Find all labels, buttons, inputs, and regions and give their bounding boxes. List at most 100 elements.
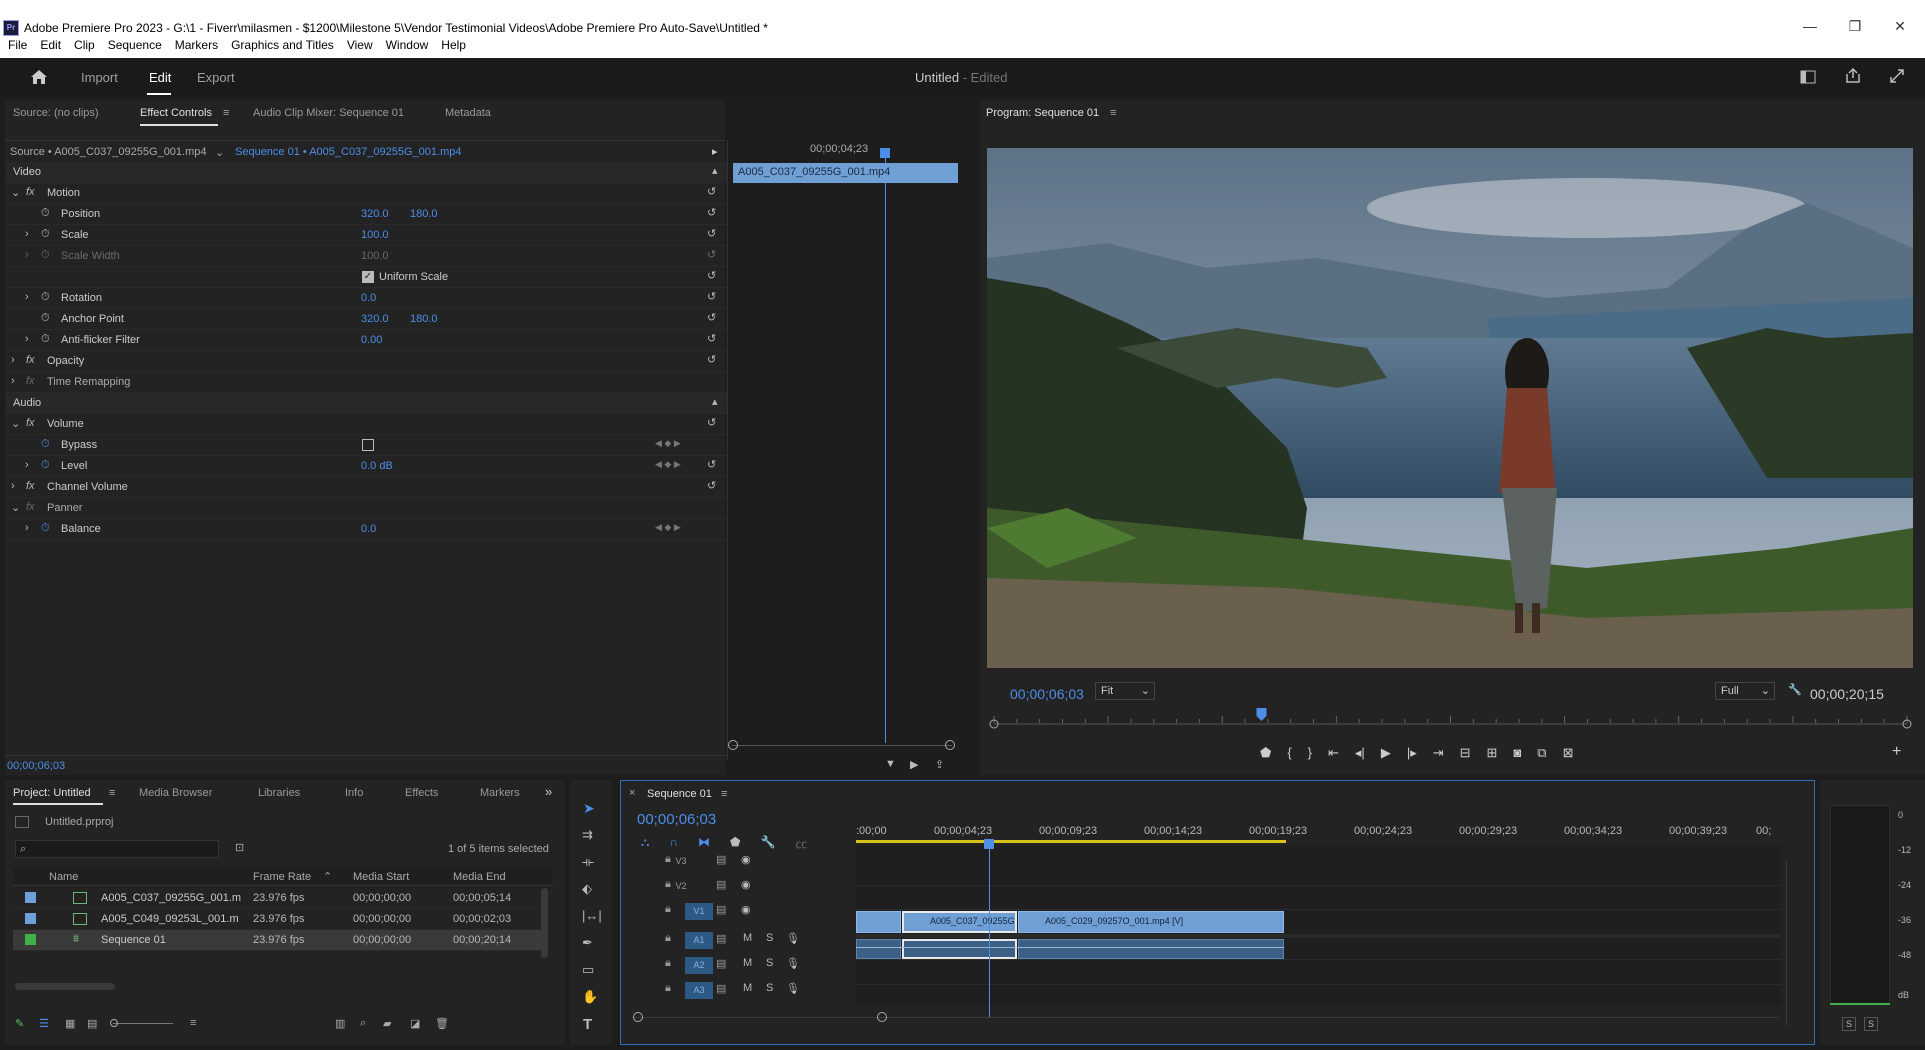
stopwatch-icon[interactable]: ⏱ xyxy=(41,333,50,346)
mark-in-icon[interactable]: { xyxy=(1287,745,1291,765)
sequence-clip-label[interactable]: Sequence 01 • A005_C037_09255G_001.mp4 xyxy=(235,146,461,158)
more-tabs-icon[interactable]: » xyxy=(545,784,552,799)
stopwatch-icon[interactable]: ⏱ xyxy=(41,291,50,304)
track-select-tool-icon[interactable]: ⇉ xyxy=(582,827,593,843)
track-label-v3[interactable]: V3 xyxy=(671,853,691,870)
automate-icon[interactable]: ▥ xyxy=(335,1017,345,1030)
video-clip[interactable]: A005_C029_09257O_001.mp4 [V] xyxy=(1018,911,1284,933)
extract-icon[interactable]: ⊞ xyxy=(1487,745,1498,765)
share-icon[interactable] xyxy=(1845,68,1861,84)
keyframe-nav-icon[interactable]: ◀ ◆ ▶ xyxy=(655,438,681,449)
type-tool-icon[interactable]: T xyxy=(583,1016,592,1033)
menu-sequence[interactable]: Sequence xyxy=(108,38,162,52)
filter-icon[interactable]: ▼ xyxy=(885,758,896,770)
label-color-swatch[interactable] xyxy=(25,892,36,903)
position-x-value[interactable]: 320.0 xyxy=(361,208,389,220)
fullscreen-icon[interactable] xyxy=(1890,69,1904,83)
lift-icon[interactable]: ⊟ xyxy=(1460,745,1471,765)
program-timecode[interactable]: 00;00;06;03 xyxy=(1010,686,1084,702)
menu-file[interactable]: File xyxy=(8,38,27,52)
menu-graphics[interactable]: Graphics and Titles xyxy=(231,38,334,52)
reset-icon[interactable]: ↺ xyxy=(707,269,716,282)
chevron-down-icon[interactable]: ⌄ xyxy=(11,417,20,430)
stopwatch-icon[interactable]: ⏱ xyxy=(41,459,50,472)
collapse-icon[interactable]: ▴ xyxy=(712,395,718,408)
keyframe-nav-icon[interactable]: ◀ ◆ ▶ xyxy=(655,522,681,533)
timeline-zoom-scrollbar[interactable] xyxy=(633,1017,1778,1018)
add-marker-icon[interactable]: ⬟ xyxy=(730,835,740,852)
chevron-right-icon[interactable]: › xyxy=(25,522,29,534)
panel-menu-icon[interactable]: ≡ xyxy=(1110,107,1116,119)
tab-audio-clip-mixer[interactable]: Audio Clip Mixer: Sequence 01 xyxy=(253,107,404,119)
sync-lock-icon[interactable]: ▤ xyxy=(716,853,726,866)
panel-menu-icon[interactable]: ≡ xyxy=(223,107,229,119)
chevron-right-icon[interactable]: › xyxy=(11,375,15,387)
microphone-icon[interactable]: 🎙︎ xyxy=(786,957,800,970)
tab-effects[interactable]: Effects xyxy=(405,787,438,799)
lock-icon[interactable]: 🔒︎ xyxy=(665,932,671,945)
project-search-input[interactable]: ⌕ xyxy=(15,840,219,858)
sync-lock-icon[interactable]: ▤ xyxy=(716,903,726,916)
mini-clip-bar[interactable]: A005_C037_09255G_001.mp4 xyxy=(733,163,958,183)
collapse-icon[interactable]: ▴ xyxy=(712,164,718,177)
linked-selection-icon[interactable]: ⧓ xyxy=(698,835,710,852)
effect-time-remapping[interactable]: › fx Time Remapping xyxy=(5,372,727,393)
sync-lock-icon[interactable]: ▤ xyxy=(716,878,726,891)
sync-lock-icon[interactable]: ▤ xyxy=(716,932,726,945)
solo-right-button[interactable]: S xyxy=(1864,1017,1878,1031)
button-editor-plus-icon[interactable]: + xyxy=(1892,743,1901,761)
slip-tool-icon[interactable]: |↔| xyxy=(582,908,602,923)
freeform-view-icon[interactable]: ▤ xyxy=(87,1017,97,1030)
video-clip-selected[interactable]: A005_C037_09255G xyxy=(902,911,1017,933)
effect-motion[interactable]: ⌄ fx Motion ↺ xyxy=(5,183,727,204)
chevron-right-icon[interactable]: › xyxy=(25,291,29,303)
stopwatch-icon[interactable]: ⏱ xyxy=(41,438,50,451)
work-area-bar[interactable] xyxy=(856,840,1286,843)
stopwatch-icon[interactable]: ⏱ xyxy=(41,312,50,325)
play-audio-icon[interactable]: ▶ xyxy=(910,758,918,771)
close-button[interactable]: ✕ xyxy=(1890,18,1910,35)
new-search-bin-icon[interactable]: ⊡ xyxy=(235,841,244,854)
track-label-a1[interactable]: A1 xyxy=(685,932,713,949)
col-frame-rate[interactable]: Frame Rate xyxy=(253,871,311,883)
ripple-edit-tool-icon[interactable]: ⟛ xyxy=(582,854,594,870)
wrench-icon[interactable]: 🔧 xyxy=(1788,683,1802,696)
sort-asc-icon[interactable]: ⌃ xyxy=(323,870,332,883)
audio-clip[interactable] xyxy=(856,939,901,959)
effect-channel-volume[interactable]: › fx Channel Volume ↺ xyxy=(5,477,727,498)
tab-import[interactable]: Import xyxy=(81,70,118,85)
microphone-icon[interactable]: 🎙︎ xyxy=(786,932,800,945)
position-y-value[interactable]: 180.0 xyxy=(410,208,438,220)
bypass-checkbox[interactable] xyxy=(362,439,374,451)
tab-media-browser[interactable]: Media Browser xyxy=(139,787,212,799)
keyframe-nav-icon[interactable]: ◀ ◆ ▶ xyxy=(655,459,681,470)
export-frame-icon[interactable]: ⇪ xyxy=(935,758,944,771)
chevron-down-icon[interactable]: ⌄ xyxy=(215,146,224,159)
chevron-right-icon[interactable]: › xyxy=(25,459,29,471)
reset-icon[interactable]: ↺ xyxy=(707,227,716,240)
solo-button[interactable]: S xyxy=(766,982,773,994)
vertical-scrollbar[interactable] xyxy=(541,888,548,958)
level-value[interactable]: 0.0 dB xyxy=(361,460,393,472)
tab-export[interactable]: Export xyxy=(197,70,235,85)
minimize-button[interactable]: — xyxy=(1800,18,1820,34)
expand-arrow-icon[interactable]: ▸ xyxy=(712,145,718,158)
microphone-icon[interactable]: 🎙︎ xyxy=(786,982,800,995)
lock-icon[interactable]: 🔒︎ xyxy=(665,903,671,916)
antiflicker-value[interactable]: 0.00 xyxy=(361,334,382,346)
col-media-end[interactable]: Media End xyxy=(453,871,506,883)
reset-icon[interactable]: ↺ xyxy=(707,479,716,492)
chevron-right-icon[interactable]: › xyxy=(25,228,29,240)
program-monitor-title[interactable]: Program: Sequence 01 xyxy=(986,107,1099,119)
razor-tool-icon[interactable]: ⬖ xyxy=(582,881,592,897)
label-color-swatch[interactable] xyxy=(25,934,36,945)
anchor-y-value[interactable]: 180.0 xyxy=(410,313,438,325)
mini-scrollbar[interactable] xyxy=(732,745,952,746)
solo-left-button[interactable]: S xyxy=(1842,1017,1856,1031)
menu-clip[interactable]: Clip xyxy=(74,38,95,52)
snap-icon[interactable]: ∩ xyxy=(669,835,678,852)
effect-volume[interactable]: ⌄ fx Volume ↺ xyxy=(5,414,727,435)
stopwatch-icon[interactable]: ⏱ xyxy=(41,207,50,220)
horizontal-scrollbar[interactable] xyxy=(15,983,115,990)
reset-icon[interactable]: ↺ xyxy=(707,416,716,429)
